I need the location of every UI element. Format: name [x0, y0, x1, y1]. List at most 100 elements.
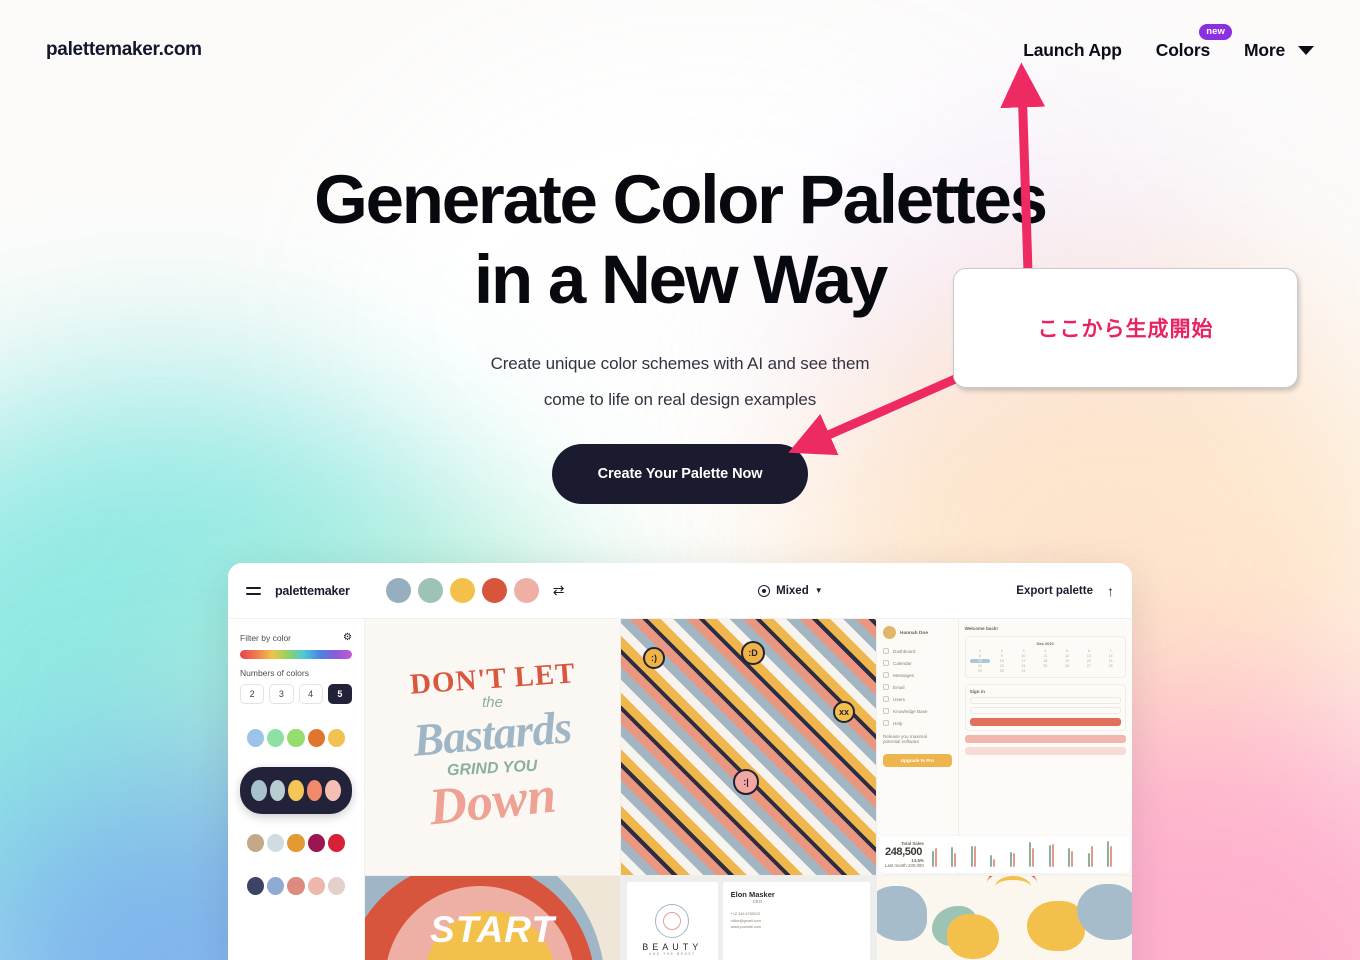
menu-item-icon	[883, 672, 889, 678]
calendar-day[interactable]: 14	[1100, 654, 1121, 658]
calendar-day[interactable]: 3	[1013, 649, 1034, 653]
calendar-day[interactable]: 31	[1013, 669, 1034, 673]
example-business-card[interactable]: BEAUTY AND THE BEAST Elon Masker CEO +12…	[621, 876, 876, 960]
calendar-day[interactable]	[1078, 669, 1099, 673]
palette-dot	[247, 877, 265, 895]
example-lettering[interactable]: DON'T LET the Bastards GRIND YOU Down	[365, 619, 620, 875]
color-count-5[interactable]: 5	[327, 684, 352, 704]
calendar-day[interactable]: 25	[1035, 664, 1056, 668]
dashboard-menu-item[interactable]: Dashboard	[883, 648, 952, 654]
bar-last-month	[1012, 853, 1015, 867]
nav-launch-app[interactable]: Launch App	[1023, 40, 1122, 61]
login-username-field[interactable]	[969, 697, 1121, 704]
calendar-day[interactable]: 30	[991, 669, 1012, 673]
calendar-day[interactable]: 2	[991, 649, 1012, 653]
calendar-day[interactable]: 1	[970, 649, 991, 653]
calendar-day[interactable]: 11	[1035, 654, 1056, 658]
calendar-day[interactable]: 23	[991, 664, 1012, 668]
hamburger-icon[interactable]	[246, 586, 261, 595]
palette-swatch-2[interactable]	[417, 578, 443, 603]
start-poster: START	[365, 876, 620, 960]
palette-swatch-5[interactable]	[513, 578, 539, 603]
bar-this-month	[1009, 851, 1012, 867]
calendar-day[interactable]: 15	[969, 659, 991, 663]
palette-option-1[interactable]	[240, 724, 352, 752]
calendar-day[interactable]: 12	[1057, 654, 1078, 658]
site-logo[interactable]: palettemaker.com	[46, 39, 202, 61]
example-start-poster[interactable]: START	[365, 876, 620, 960]
sliders-icon[interactable]: ⚙	[343, 632, 352, 643]
calendar-day[interactable]: 22	[970, 664, 991, 668]
suggestion-chip[interactable]	[964, 735, 1126, 743]
palette-option-4[interactable]	[240, 872, 352, 900]
calendar-day[interactable]: 6	[1078, 649, 1099, 653]
calendar-day[interactable]: 17	[1013, 659, 1034, 663]
palette-option-2[interactable]	[240, 767, 352, 814]
app-brand: palettemaker	[275, 583, 350, 598]
calendar-day[interactable]: 5	[1057, 649, 1078, 653]
dashboard-menu-item[interactable]: Users	[883, 696, 952, 702]
dashboard-menu-item[interactable]: Messages	[883, 672, 952, 678]
bar-last-month	[973, 845, 976, 867]
main-nav: Launch App Colors new More	[1023, 23, 1314, 61]
view-mode-selector[interactable]: Mixed ▼	[758, 584, 823, 597]
shuffle-icon[interactable]: ⇄	[553, 582, 565, 599]
calendar-day[interactable]: 21	[1100, 659, 1121, 663]
calendar-day[interactable]: 13	[1078, 654, 1099, 658]
calendar-day[interactable]	[1100, 669, 1121, 673]
calendar-day[interactable]: 28	[1100, 664, 1121, 668]
export-palette-button[interactable]: Export palette ↑	[1016, 583, 1114, 599]
upgrade-to-pro-button[interactable]: Upgrade to Pro	[883, 754, 952, 767]
nav-colors[interactable]: Colors new	[1156, 23, 1232, 61]
calendar-day[interactable]: 7	[1100, 649, 1121, 653]
login-password-field[interactable]	[969, 707, 1121, 714]
bar-last-month	[1051, 844, 1054, 867]
calendar-day[interactable]: 19	[1057, 659, 1078, 663]
calendar-day[interactable]: 10	[1013, 654, 1034, 658]
calendar-day[interactable]: 24	[1013, 664, 1034, 668]
calendar-day[interactable]: 29	[970, 669, 991, 673]
dashboard-menu-item[interactable]: Help	[883, 720, 952, 726]
view-mode-label: Mixed	[776, 584, 809, 597]
color-count-4[interactable]: 4	[298, 684, 323, 704]
palette-option-3[interactable]	[240, 829, 352, 857]
dashboard-calendar[interactable]: Dec 2021 1 2 3 4 5 6 7 8 9 10 11 12 13 14 15 16 17 18 19 20…	[964, 636, 1126, 678]
dashboard-menu-item[interactable]: Knowledge Base	[883, 708, 952, 714]
calendar-day[interactable]: 20	[1078, 659, 1099, 663]
example-isometric-illustration[interactable]: :) :D xx :|	[621, 619, 876, 875]
color-count-3[interactable]: 3	[269, 684, 294, 704]
bar-last-month	[934, 848, 937, 867]
palette-swatch-1[interactable]	[385, 578, 411, 603]
color-count-2[interactable]: 2	[240, 684, 265, 704]
calendar-day[interactable]: 9	[991, 654, 1012, 658]
calendar-day[interactable]: 18	[1035, 659, 1056, 663]
chevron-down-icon	[1298, 45, 1314, 55]
calendar-day[interactable]: 8	[970, 654, 991, 658]
hue-slider[interactable]	[240, 650, 352, 659]
calendar-day[interactable]	[1035, 669, 1056, 673]
nav-more[interactable]: More	[1244, 40, 1314, 61]
dashboard-menu-item[interactable]: Calendar	[883, 660, 952, 666]
abstract-arc	[995, 876, 1031, 898]
dashboard-menu: Dashboard Calendar Messages Email Users Knowl…	[883, 648, 952, 726]
annotation-text: ここから生成開始	[1037, 318, 1214, 341]
card-logo-sub: AND THE BEAST	[648, 951, 696, 956]
calendar-day[interactable]	[1057, 669, 1078, 673]
headline-line-1: Generate Color Palettes	[314, 161, 1048, 238]
palette-swatch-3[interactable]	[449, 578, 475, 603]
create-palette-button[interactable]: Create Your Palette Now	[551, 444, 809, 505]
example-dashboard-ui[interactable]: Hannah Doe Dashboard Calendar Messages Emai…	[877, 619, 1132, 875]
menu-item-label: Users	[893, 696, 905, 702]
calendar-day[interactable]: 27	[1078, 664, 1099, 668]
suggestion-chip[interactable]	[964, 747, 1126, 755]
login-button[interactable]	[969, 718, 1121, 726]
dashboard-menu-item[interactable]: Email	[883, 684, 952, 690]
palette-swatch-4[interactable]	[481, 578, 507, 603]
calendar-day[interactable]: 16	[991, 659, 1012, 663]
calendar-day[interactable]: 4	[1035, 649, 1056, 653]
palette-dot	[307, 834, 325, 852]
example-abstract-pattern[interactable]	[877, 876, 1132, 960]
color-count-options: 2345	[240, 684, 352, 704]
smiley-face-icon: :)	[643, 647, 665, 669]
calendar-day[interactable]: 26	[1057, 664, 1078, 668]
